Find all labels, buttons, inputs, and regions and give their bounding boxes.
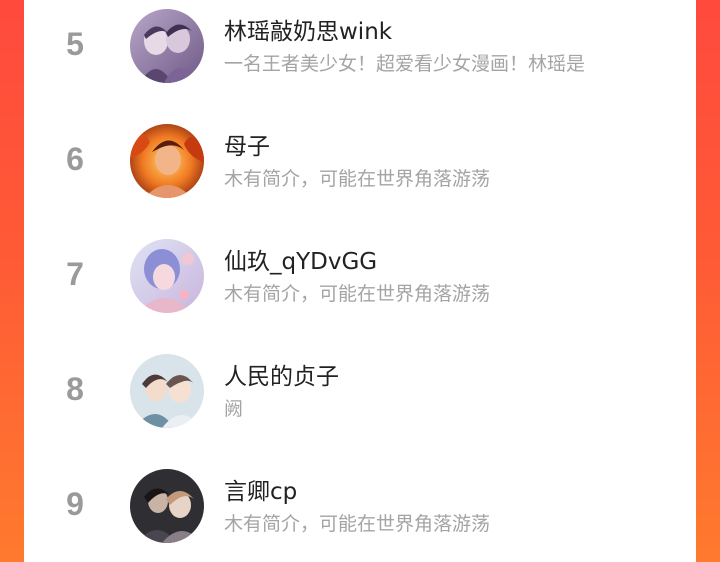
dark-couple-avatar-icon[interactable] (130, 469, 204, 543)
rank-number: 8 (66, 371, 84, 407)
user-intro: 木有简介，可能在世界角落游荡 (224, 168, 491, 190)
ranking-row[interactable]: 7 仙玖_qYDvGG 木有简介，可能在世界角落游荡 (24, 230, 696, 345)
pastel-girl-avatar-icon[interactable] (130, 239, 204, 313)
flame-warrior-avatar-icon[interactable] (130, 124, 204, 198)
ranking-row[interactable]: 6 母子 木有简介，可能在世界角落游荡 (24, 115, 696, 230)
purple-couple-avatar-icon[interactable] (130, 9, 204, 83)
user-intro: 一名王者美少女！超爱看少女漫画！林瑶是 (224, 53, 586, 75)
user-name[interactable]: 人民的贞子 (224, 357, 339, 391)
rank-number: 5 (66, 26, 84, 62)
user-intro: 木有简介，可能在世界角落游荡 (224, 513, 491, 535)
rank-number: 9 (66, 486, 84, 522)
user-intro: 木有简介，可能在世界角落游荡 (224, 283, 491, 305)
user-name[interactable]: 仙玖_qYDvGG (224, 242, 377, 276)
ranking-row[interactable]: 8 人民的贞子 阙 (24, 345, 696, 460)
rank-number: 7 (66, 256, 84, 292)
ranking-list-card: 5 林瑶敲奶思wink 一名王者美少女！超爱看少女漫画！林瑶是 6 母子 木有简… (24, 0, 696, 562)
user-name[interactable]: 母子 (224, 127, 270, 161)
user-intro: 阙 (224, 398, 244, 420)
user-name[interactable]: 言卿cp (224, 472, 297, 506)
rank-number: 6 (66, 141, 84, 177)
ranking-row[interactable]: 9 言卿cp 木有简介，可能在世界角落游荡 (24, 460, 696, 562)
ranking-row[interactable]: 5 林瑶敲奶思wink 一名王者美少女！超爱看少女漫画！林瑶是 (24, 0, 696, 115)
user-name[interactable]: 林瑶敲奶思wink (224, 12, 392, 46)
anime-couple-avatar-icon[interactable] (130, 354, 204, 428)
